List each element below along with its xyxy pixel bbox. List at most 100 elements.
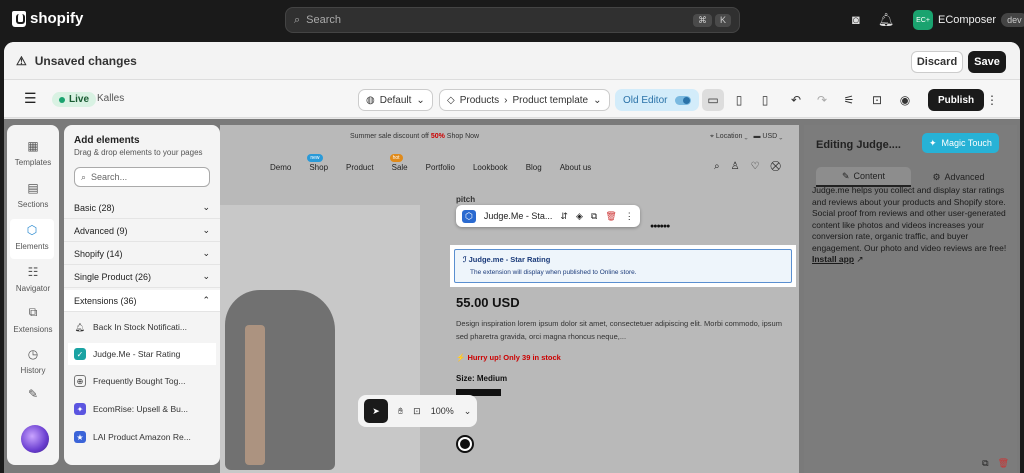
top-icons: ◙ 🔔︎ [852,12,894,28]
rail-templates[interactable]: ▦ Templates [7,139,59,167]
top-bar: shopify ⌕ Search ⌘ K ◙ 🔔︎ EC+ EComposer dev [0,0,1024,40]
language-select[interactable]: ◍ Default ⌄ [358,89,433,111]
rail-navigator[interactable]: ☷ Navigator [7,265,59,293]
publish-button[interactable]: Publish [928,89,985,111]
color-swatch[interactable] [456,435,474,453]
duplicate-icon[interactable]: ⧉ [591,211,597,222]
delete-icon[interactable]: 🗑︎ [998,458,1009,469]
judgeme-icon: ℐ [463,255,467,264]
judgeme-description: The extension will display when publishe… [470,269,637,276]
desktop-icon[interactable]: ▭ [702,89,724,111]
store-preview-canvas[interactable]: Summer sale discount off 50% Shop Now ⌖ … [220,125,799,473]
category-single-product[interactable]: Single Product (26) ⌄ [64,266,220,288]
copy-icon[interactable]: ⧉ [982,458,988,469]
toggle-icon [675,95,692,105]
elements-icon: ⬡ [26,223,38,237]
panel-title: Editing Judge.... [816,139,901,151]
bell-icon[interactable]: 🔔︎ [878,12,895,28]
element-type-icon: ⬡ [462,209,476,223]
rail-elements[interactable]: ⬡ Elements [10,219,54,259]
chevron-down-icon[interactable]: ⌄ [464,406,472,417]
drag-icon[interactable]: ⇵ [560,211,568,222]
search-icon[interactable]: ⌕ [714,161,720,172]
preview-eye-icon[interactable]: ◉ [894,89,916,111]
nav-item[interactable]: About us [560,163,592,172]
ext-lai-amazon[interactable]: ★ LAI Product Amazon Re... [68,426,216,448]
layers-icon[interactable]: ◈ [576,211,583,222]
menu-icon[interactable]: ☰ [24,90,37,107]
nav-item[interactable]: Product [346,163,374,172]
product-price: 55.00 USD [456,295,520,310]
delete-icon[interactable]: 🗑︎ [605,211,616,222]
external-link-icon: ↗ [856,254,864,264]
mobile-icon[interactable]: ▯ [754,89,776,111]
pointer-tool-icon[interactable]: ➤ [364,399,388,423]
heart-icon[interactable]: ♡ [751,161,760,172]
more-icon[interactable]: ⋮ [625,211,634,222]
redo-icon[interactable]: ↷ [811,89,833,111]
globe-icon: ◍ [366,94,375,106]
cart-icon: ⊕ [74,375,86,387]
judgeme-placeholder[interactable]: ℐ Judge.me - Star Rating The extension wi… [450,245,796,287]
user-menu[interactable]: EC+ EComposer dev [913,10,1024,30]
settings-sliders-icon[interactable]: ⚟ [838,89,860,111]
nav-item[interactable]: Blog [526,163,542,172]
install-app-link[interactable]: Install app [812,254,854,264]
chevron-down-icon: ⌄ [202,225,210,235]
nav-item[interactable]: Portfolio [426,163,455,172]
sidekick-icon[interactable]: ◙ [852,12,860,28]
ext-back-in-stock[interactable]: 🔔︎ Back In Stock Notificati... [68,316,216,338]
rail-extensions[interactable]: ⧉ Extensions [7,305,59,334]
rating-stars: ●●●●●● [650,223,670,230]
tool-icons: ⚟ ⊡ ◉ [838,89,916,111]
template-select[interactable]: ◇ Products › Product template ⌄ [439,89,610,111]
ext-judgeme-star-rating[interactable]: ✓ Judge.Me - Star Rating [68,343,216,365]
zoom-level[interactable]: 100% [431,406,454,416]
undo-icon[interactable]: ↶ [785,89,807,111]
global-search-input[interactable]: ⌕ Search ⌘ K [285,7,740,33]
discard-button[interactable]: Discard [911,51,963,73]
search-icon: ⌕ [81,171,87,182]
elements-search-input[interactable]: ⌕ Search... [74,167,210,187]
save-button[interactable]: Save [968,51,1006,73]
judgeme-title: ℐ Judge.me - Star Rating [463,255,551,264]
cart-icon[interactable]: ⛒ [771,161,781,172]
nav-item-sale[interactable]: hot Sale [389,154,408,172]
ai-assistant-orb[interactable] [21,425,49,453]
rail-brush[interactable]: ✎ [7,387,59,406]
nav-item[interactable]: Demo [270,163,291,172]
panel-subtitle: Drag & drop elements to your pages [74,148,203,157]
tab-advanced[interactable]: ⚙ Advanced [911,167,1006,187]
locale-selectors[interactable]: ⌖ Location ⌄ ▬ USD ⌄ [710,133,782,141]
shopify-logo[interactable]: shopify [12,10,83,27]
brush-icon: ✎ [27,387,39,401]
ext-ecomrise[interactable]: ✦ EcomRise: Upsell & Bu... [68,398,216,420]
workspace: ▦ Templates ▤ Sections ⬡ Elements ☷ Navigato… [4,119,1020,473]
chevron-down-icon: ⌄ [202,202,210,212]
rail-sections[interactable]: ▤ Sections [7,181,59,209]
inspect-icon[interactable]: ⊡ [866,89,888,111]
nav-item[interactable]: Lookbook [473,163,508,172]
ext-frequently-bought[interactable]: ⊕ Frequently Bought Tog... [68,370,216,392]
category-shopify[interactable]: Shopify (14) ⌄ [64,243,220,265]
pencil-icon: ✎ [841,170,850,181]
rail-history[interactable]: ◷ History [7,347,59,375]
user-icon[interactable]: ♙ [731,161,740,172]
category-basic[interactable]: Basic (28) ⌄ [64,197,220,219]
category-extensions[interactable]: Extensions (36) ⌃ [64,290,220,312]
unsaved-label: Unsaved changes [34,53,137,68]
magic-touch-button[interactable]: ✦ Magic Touch [922,133,999,153]
bell-icon: 🔔︎ [74,322,86,332]
category-advanced[interactable]: Advanced (9) ⌄ [64,220,220,242]
fit-icon[interactable]: ⊡ [413,406,421,417]
hot-badge: hot [389,154,403,162]
element-toolbar: ⬡ Judge.Me - Sta... ⇵ ◈ ⧉ 🗑︎ ⋮ [456,205,640,227]
panel-footer: ⧉ 🗑︎ [982,458,1009,469]
hand-tool-icon[interactable]: ✋︎ [398,406,403,417]
more-icon[interactable]: ⋮ [981,89,1003,111]
old-editor-toggle[interactable]: Old Editor [615,89,700,111]
tab-content[interactable]: ✎ Content [816,167,911,187]
promo-bar: Summer sale discount off 50% Shop Now [350,133,480,140]
nav-item-shop[interactable]: new Shop [307,154,328,172]
tablet-icon[interactable]: ▯ [728,89,750,111]
